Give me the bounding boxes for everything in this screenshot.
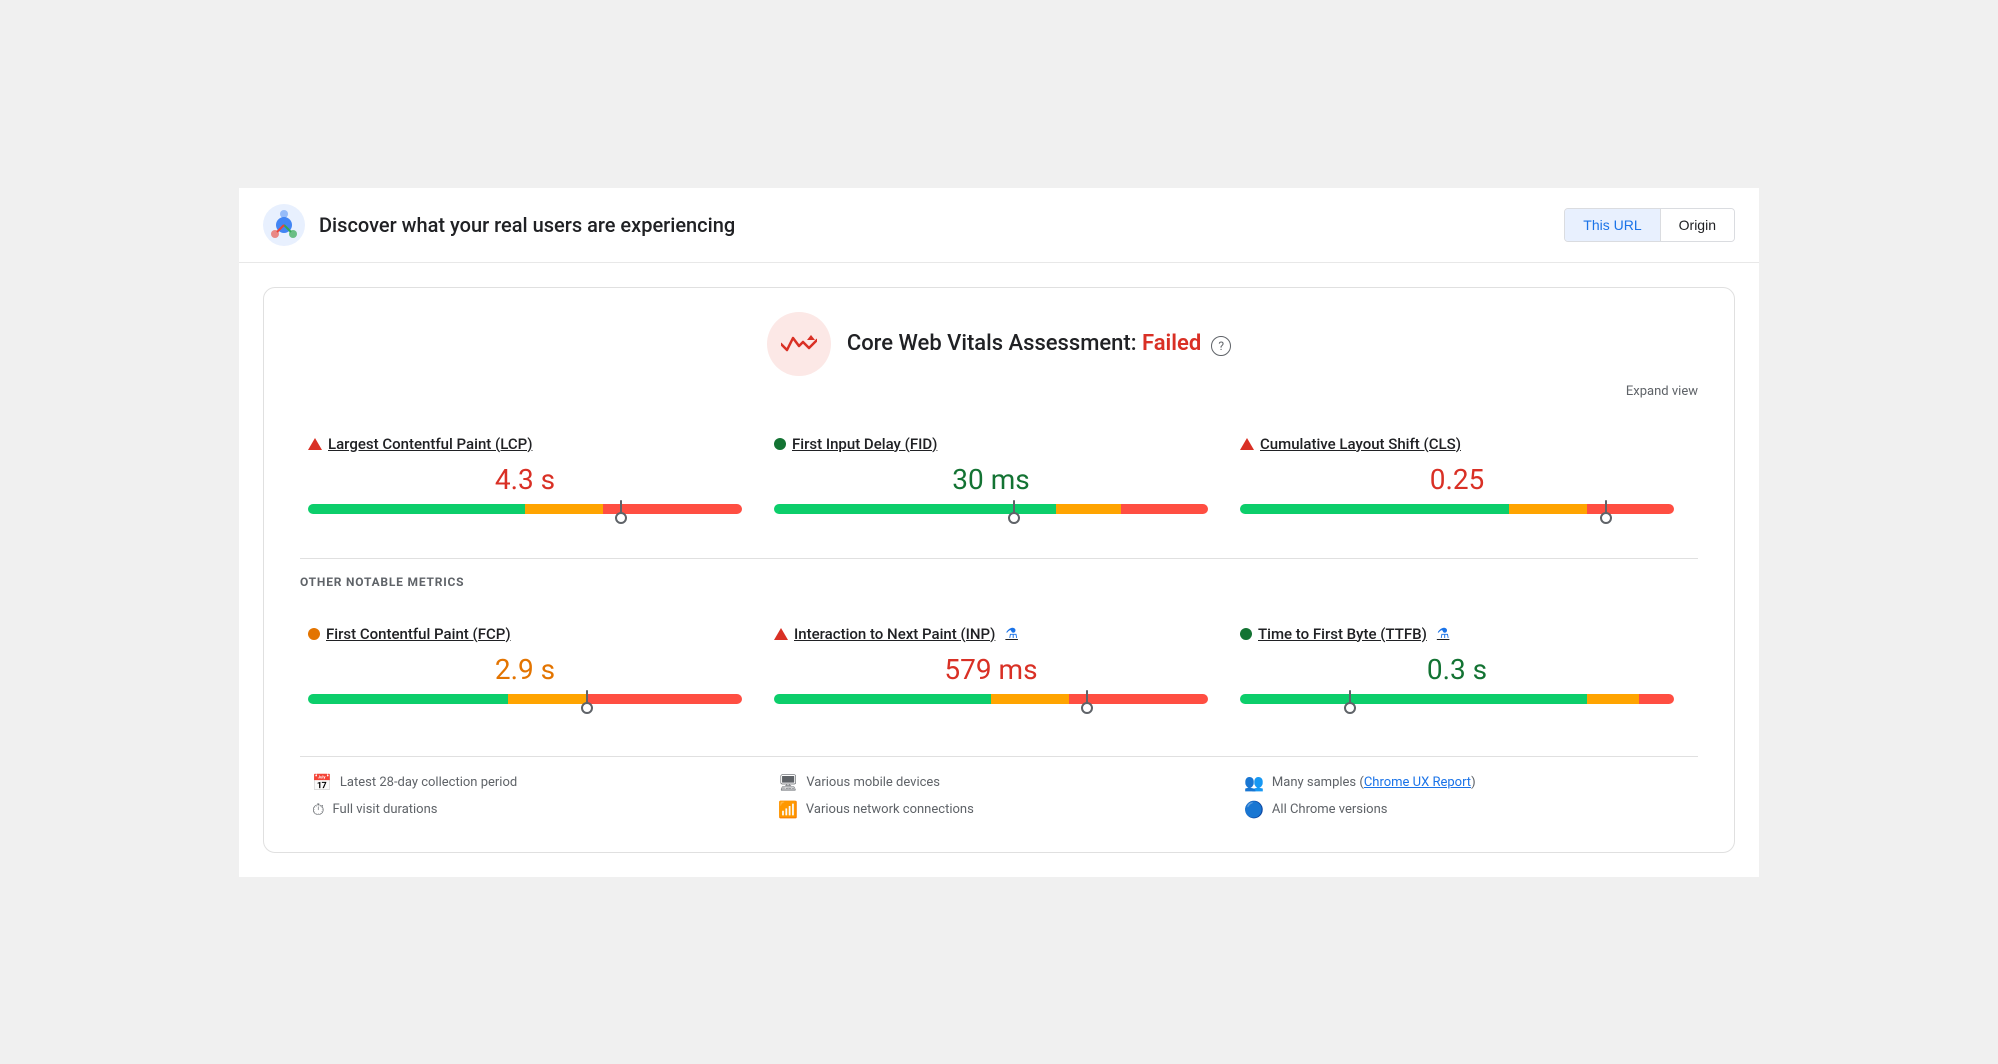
gauge-bar	[308, 504, 742, 514]
cwv-status: Failed	[1142, 331, 1201, 356]
gauge-bar	[774, 694, 1208, 704]
metric-col-fid: First Input Delay (FID) 30 ms	[766, 415, 1232, 542]
gauge-marker	[586, 690, 588, 708]
metric-title-inp[interactable]: Interaction to Next Paint (INP) ⚗	[774, 625, 1208, 643]
core-metrics-row: Largest Contentful Paint (LCP) 4.3 s First…	[300, 415, 1698, 542]
gauge-bar	[1240, 504, 1674, 514]
gauge-marker	[1349, 690, 1351, 708]
footer-network-text: Various network connections	[806, 802, 974, 817]
cwv-waveform-icon	[781, 332, 817, 356]
footer-item-samples: 👥 Many samples (Chrome UX Report)	[1244, 773, 1686, 792]
metric-col-ttfb: Time to First Byte (TTFB) ⚗ 0.3 s	[1232, 605, 1698, 732]
metric-indicator-inp	[774, 628, 788, 640]
main-card: Core Web Vitals Assessment: Failed ? Exp…	[263, 287, 1735, 853]
other-metrics-row: First Contentful Paint (FCP) 2.9 s Interac…	[300, 605, 1698, 732]
users-icon: 👥	[1244, 773, 1264, 792]
header-bar: Discover what your real users are experi…	[239, 188, 1759, 263]
metric-title-text-inp: Interaction to Next Paint (INP)	[794, 625, 995, 643]
footer-item-devices: 🖥 Various mobile devices	[778, 773, 1220, 792]
metric-value-fid: 30 ms	[774, 463, 1208, 496]
metric-title-text-ttfb: Time to First Byte (TTFB)	[1258, 625, 1427, 643]
header-title: Discover what your real users are experi…	[319, 213, 735, 237]
this-url-button[interactable]: This URL	[1565, 209, 1660, 241]
footer-duration-text: Full visit durations	[332, 802, 437, 817]
footer-devices-text: Various mobile devices	[806, 775, 940, 790]
metric-title-fcp[interactable]: First Contentful Paint (FCP)	[308, 625, 742, 643]
cwv-title: Core Web Vitals Assessment: Failed ?	[847, 331, 1231, 356]
metric-col-lcp: Largest Contentful Paint (LCP) 4.3 s	[300, 415, 766, 542]
cwv-header: Core Web Vitals Assessment: Failed ?	[300, 312, 1698, 376]
help-icon[interactable]: ?	[1211, 336, 1231, 356]
metric-title-text-lcp: Largest Contentful Paint (LCP)	[328, 435, 532, 453]
chrome-ux-report-link[interactable]: Chrome UX Report	[1364, 775, 1471, 790]
main-container: Discover what your real users are experi…	[239, 188, 1759, 877]
gauge-bar	[774, 504, 1208, 514]
footer-item-network: 📶 Various network connections	[778, 800, 1220, 819]
metric-col-cls: Cumulative Layout Shift (CLS) 0.25	[1232, 415, 1698, 542]
metric-indicator-fid	[774, 438, 786, 450]
calendar-icon: 📅	[312, 773, 332, 792]
metric-title-ttfb[interactable]: Time to First Byte (TTFB) ⚗	[1240, 625, 1674, 643]
gauge-bar	[308, 694, 742, 704]
device-icon: 🖥	[778, 773, 798, 792]
metric-title-fid[interactable]: First Input Delay (FID)	[774, 435, 1208, 453]
timer-icon: ⏱	[312, 800, 324, 820]
footer-collection-text: Latest 28-day collection period	[340, 775, 517, 790]
metric-value-fcp: 2.9 s	[308, 653, 742, 686]
chrome-icon: 🔵	[1244, 800, 1264, 819]
footer-item-chrome: 🔵 All Chrome versions	[1244, 800, 1686, 819]
cwv-icon-circle	[767, 312, 831, 376]
metric-value-lcp: 4.3 s	[308, 463, 742, 496]
url-toggle: This URL Origin	[1564, 208, 1735, 242]
metric-col-inp: Interaction to Next Paint (INP) ⚗ 579 ms	[766, 605, 1232, 732]
lab-icon-inp: ⚗	[1005, 626, 1018, 642]
metric-title-text-cls: Cumulative Layout Shift (CLS)	[1260, 435, 1461, 453]
cwv-assessment-prefix: Core Web Vitals Assessment:	[847, 331, 1142, 356]
footer: 📅 Latest 28-day collection period ⏱ Full…	[300, 756, 1698, 828]
metric-title-lcp[interactable]: Largest Contentful Paint (LCP)	[308, 435, 742, 453]
origin-button[interactable]: Origin	[1661, 209, 1734, 241]
metric-title-text-fcp: First Contentful Paint (FCP)	[326, 625, 511, 643]
metric-col-fcp: First Contentful Paint (FCP) 2.9 s	[300, 605, 766, 732]
metric-indicator-cls	[1240, 438, 1254, 450]
expand-view-button[interactable]: Expand view	[300, 384, 1698, 399]
footer-samples-text: Many samples (Chrome UX Report)	[1272, 775, 1476, 790]
metric-indicator-ttfb	[1240, 628, 1252, 640]
metric-value-inp: 579 ms	[774, 653, 1208, 686]
gauge-marker	[1013, 500, 1015, 518]
footer-item-collection: 📅 Latest 28-day collection period	[312, 773, 754, 792]
footer-col-2: 🖥 Various mobile devices 📶 Various netwo…	[766, 773, 1232, 828]
metric-title-cls[interactable]: Cumulative Layout Shift (CLS)	[1240, 435, 1674, 453]
footer-chrome-text: All Chrome versions	[1272, 802, 1388, 817]
section-label: OTHER NOTABLE METRICS	[300, 575, 1698, 589]
header-left: Discover what your real users are experi…	[263, 204, 735, 246]
metric-indicator-fcp	[308, 628, 320, 640]
footer-item-duration: ⏱ Full visit durations	[312, 800, 754, 820]
footer-col-3: 👥 Many samples (Chrome UX Report) 🔵 All …	[1232, 773, 1698, 828]
gauge-bar	[1240, 694, 1674, 704]
section-divider	[300, 558, 1698, 559]
metric-value-ttfb: 0.3 s	[1240, 653, 1674, 686]
metric-indicator-lcp	[308, 438, 322, 450]
metric-value-cls: 0.25	[1240, 463, 1674, 496]
network-icon: 📶	[778, 800, 798, 819]
lab-icon-ttfb: ⚗	[1437, 626, 1450, 642]
footer-col-1: 📅 Latest 28-day collection period ⏱ Full…	[300, 773, 766, 828]
gauge-marker	[1605, 500, 1607, 518]
logo-icon	[263, 204, 305, 246]
metric-title-text-fid: First Input Delay (FID)	[792, 435, 937, 453]
